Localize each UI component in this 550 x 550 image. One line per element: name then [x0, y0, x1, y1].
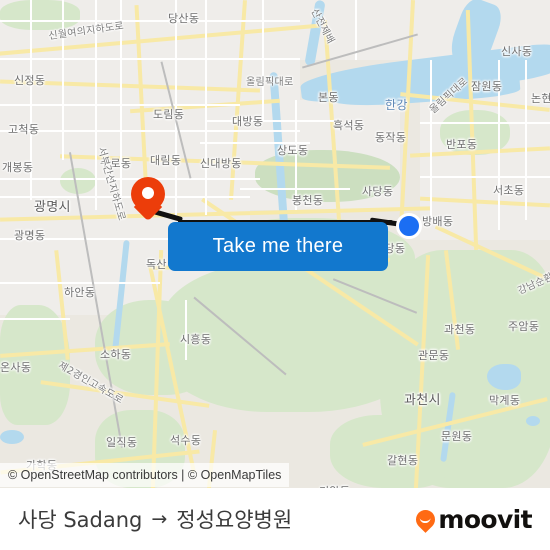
moovit-wordmark: moovit [438, 504, 532, 534]
trip-summary: 사당 Sadang → 정성요양병원 [18, 504, 292, 534]
lake [487, 364, 521, 390]
park-area [0, 305, 70, 425]
smile-icon [420, 514, 432, 523]
road-minor [525, 60, 527, 220]
map-page: 신월여의지하도로 당산동 신정동 고척동 개봉동 도림동 구로동 대림동 대방동 상도동 신대방동 흑… [0, 0, 550, 550]
road-minor [0, 282, 160, 284]
footer-bar: 사당 Sadang → 정성요양병원 moovit [0, 488, 550, 550]
park-area [0, 0, 80, 30]
arrow-right-icon: → [151, 508, 168, 530]
road-minor [430, 60, 432, 220]
park-area [60, 168, 96, 194]
lake [0, 430, 24, 444]
road-minor [62, 0, 64, 160]
road-minor [30, 0, 32, 200]
pin-hole [142, 187, 154, 199]
road-minor [420, 176, 550, 178]
take-me-there-button[interactable]: Take me there [168, 222, 388, 271]
road-minor [420, 122, 550, 124]
road-minor [0, 196, 250, 198]
road-minor [185, 300, 187, 360]
moovit-logo[interactable]: moovit [412, 504, 533, 534]
road-minor [175, 0, 177, 220]
road-minor [205, 120, 335, 122]
road-minor [120, 0, 122, 200]
destination-marker-dot[interactable] [396, 213, 422, 239]
road-minor [0, 58, 300, 60]
road-minor [0, 318, 70, 320]
road-minor [200, 142, 310, 144]
road-minor [205, 0, 207, 215]
map-canvas[interactable]: 신월여의지하도로 당산동 신정동 고척동 개봉동 도림동 구로동 대림동 대방동 상도동 신대방동 흑… [0, 0, 550, 488]
moovit-pin-icon [412, 505, 440, 533]
attribution-text: © OpenStreetMap contributors | © OpenMap… [8, 468, 282, 482]
road-minor [262, 0, 264, 120]
origin-marker-pin[interactable] [131, 177, 165, 222]
road-minor [240, 188, 350, 190]
road-minor [0, 130, 300, 132]
road-minor [498, 60, 500, 230]
road-minor [295, 100, 297, 210]
road-minor [95, 0, 97, 210]
map-attribution: © OpenStreetMap contributors | © OpenMap… [0, 463, 290, 487]
trip-destination-label: 정성요양병원 [176, 508, 293, 532]
road-minor [0, 178, 260, 180]
lake [526, 416, 540, 426]
road-minor [0, 20, 300, 22]
trip-origin-label: 사당 Sadang [18, 508, 143, 532]
